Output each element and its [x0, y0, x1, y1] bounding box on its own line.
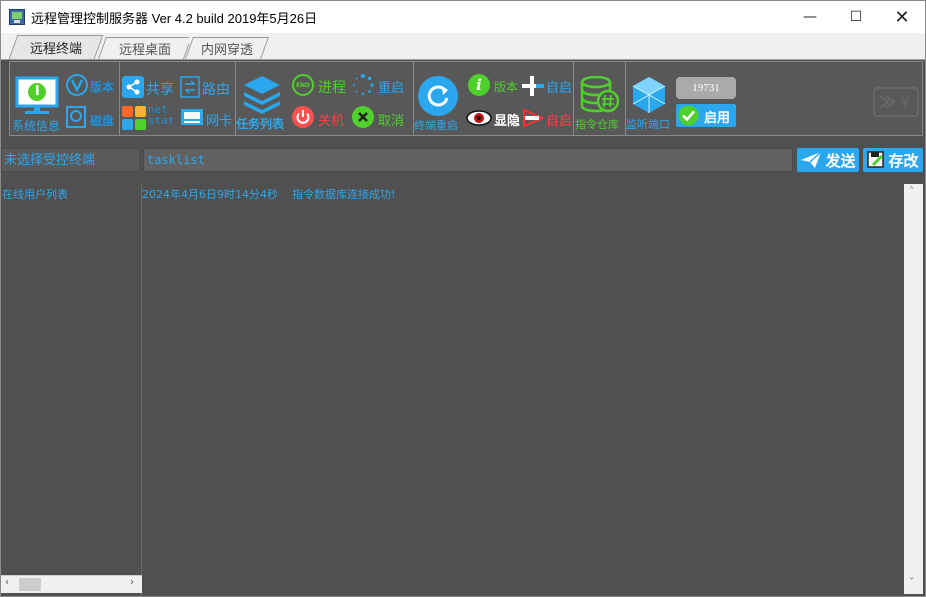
- toolbar-group-listen: 监听端口 19731 启用: [626, 62, 740, 135]
- log-line: 2024年4月6日9时14分4秒 指令数据库连接成功!: [142, 188, 396, 201]
- maximize-button[interactable]: ☐: [833, 1, 879, 33]
- disk-icon: [66, 106, 86, 128]
- output-log[interactable]: 2024年4月6日9时14分4秒 指令数据库连接成功!: [142, 184, 904, 596]
- show-hide-button[interactable]: 显隐: [466, 106, 522, 132]
- shutdown-button[interactable]: 关机: [292, 106, 348, 132]
- output-vscrollbar[interactable]: ˄ ˅: [904, 184, 923, 594]
- version-button[interactable]: 版本: [66, 74, 118, 98]
- svg-text:¥: ¥: [900, 93, 910, 112]
- layers-icon: [244, 76, 280, 114]
- terminal-restart-button[interactable]: 终端重启: [414, 76, 464, 132]
- toolbar-group-network: 共享 路由 net stat 网卡: [120, 62, 236, 135]
- check-icon: [678, 105, 699, 126]
- version-info-button[interactable]: i 版本: [466, 74, 520, 98]
- disk-button[interactable]: 磁盘: [66, 106, 118, 132]
- app-window: 远程管理控制服务器 Ver 4.2 build 2019年5月26日 — ☐ ✕…: [0, 0, 926, 597]
- sysinfo-button[interactable]: 系统信息: [12, 76, 62, 133]
- close-button[interactable]: ✕: [879, 1, 925, 33]
- version-v-icon: [66, 74, 88, 96]
- restart-dots-icon: [353, 74, 374, 96]
- listen-port-button[interactable]: 监听端口: [626, 76, 676, 132]
- cancel-x-icon: [352, 106, 374, 128]
- database-icon: [580, 76, 620, 113]
- hscroll-thumb[interactable]: [19, 578, 41, 591]
- share-button[interactable]: 共享: [122, 76, 178, 100]
- cube-icon: [632, 77, 666, 113]
- netstat-button[interactable]: net stat: [122, 104, 178, 132]
- route-icon: [180, 76, 200, 98]
- route-button[interactable]: 路由: [180, 76, 236, 100]
- scroll-up-icon[interactable]: ˄: [909, 186, 914, 197]
- user-list-title: 在线用户列表: [2, 188, 68, 201]
- tab-strip: 远程终端 远程桌面 内网穿透: [1, 33, 925, 59]
- scroll-right-icon[interactable]: ›: [130, 577, 134, 588]
- scroll-left-icon[interactable]: ‹: [5, 577, 9, 588]
- window-title: 远程管理控制服务器 Ver 4.2 build 2019年5月26日: [31, 10, 318, 26]
- cmd-repo-button[interactable]: 指令仓库: [574, 76, 626, 132]
- toolbar-group-repo: 指令仓库: [574, 62, 626, 135]
- send-plane-icon: [801, 151, 822, 168]
- scroll-down-icon[interactable]: ˅: [909, 577, 914, 588]
- refresh-icon: [418, 76, 458, 116]
- client-selector[interactable]: 未选择受控终端: [1, 148, 140, 172]
- netstat-icon: [122, 106, 146, 130]
- cancel-button[interactable]: 取消: [352, 106, 412, 132]
- tab-intranet-penetration[interactable]: 内网穿透: [184, 37, 270, 59]
- minus-arrow-icon: [523, 108, 544, 128]
- info-icon: i: [468, 74, 490, 96]
- autostart-remove-button[interactable]: 自启: [522, 106, 574, 132]
- tab-remote-desktop[interactable]: 远程桌面: [97, 37, 193, 59]
- restart-button[interactable]: 重启: [352, 74, 412, 98]
- end-process-button[interactable]: END 进程: [292, 74, 348, 98]
- network-card-icon: [181, 109, 203, 125]
- user-list-hscrollbar[interactable]: ‹ ›: [1, 575, 142, 593]
- toolbar: 系统信息 版本 磁盘 共享 路由 net stat 网卡 任务列表 END 进程…: [9, 61, 923, 136]
- terminal-panel: 系统信息 版本 磁盘 共享 路由 net stat 网卡 任务列表 END 进程…: [1, 59, 925, 596]
- enable-button[interactable]: 启用: [676, 104, 736, 127]
- toolbar-group-process: 任务列表 END 进程 重启 关机 取消: [236, 62, 414, 135]
- power-icon: [292, 106, 314, 128]
- online-user-list[interactable]: 在线用户列表: [1, 184, 142, 596]
- command-input[interactable]: tasklist: [143, 148, 793, 172]
- title-bar: 远程管理控制服务器 Ver 4.2 build 2019年5月26日 — ☐ ✕: [1, 1, 925, 33]
- monitor-icon: [15, 76, 59, 114]
- save-changes-button[interactable]: 存改: [863, 148, 923, 172]
- toolbar-group-terminal: 终端重启 i 版本 自启 显隐 自启: [414, 62, 574, 135]
- eye-icon: [466, 110, 492, 126]
- port-field[interactable]: 19731: [676, 77, 736, 99]
- toolbar-group-info: 系统信息 版本 磁盘: [10, 62, 120, 135]
- send-button[interactable]: 发送: [797, 148, 859, 172]
- nic-button[interactable]: 网卡: [180, 106, 236, 132]
- end-icon: END: [292, 74, 314, 96]
- plus-icon: [522, 76, 544, 96]
- tasklist-button[interactable]: 任务列表: [236, 74, 290, 132]
- brand-logo-icon: ¥: [873, 87, 919, 117]
- save-edit-icon: [867, 151, 885, 168]
- app-icon: [9, 9, 25, 25]
- share-icon: [122, 76, 144, 98]
- minimize-button[interactable]: —: [787, 1, 833, 33]
- tab-remote-terminal[interactable]: 远程终端: [8, 35, 104, 59]
- autostart-add-button[interactable]: 自启: [522, 74, 574, 98]
